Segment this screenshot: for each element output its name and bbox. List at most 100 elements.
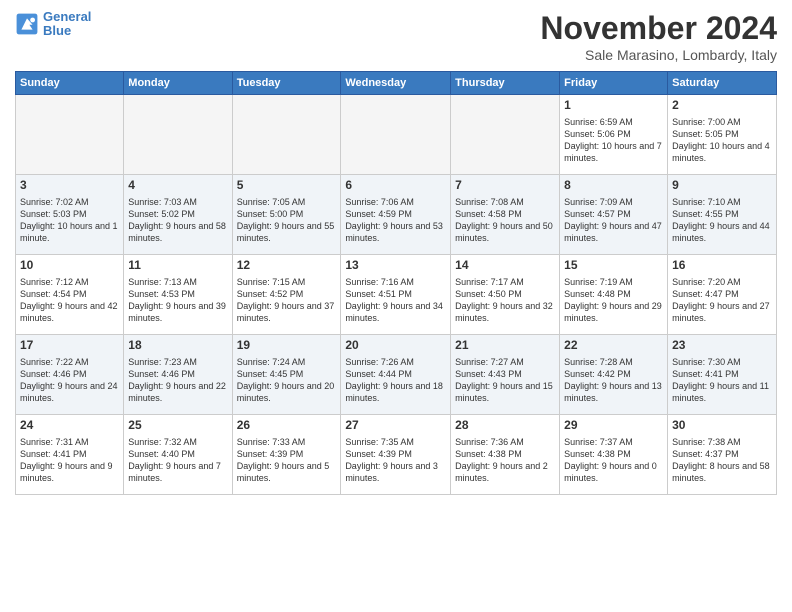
day-number: 8 xyxy=(564,178,663,194)
day-number: 3 xyxy=(20,178,119,194)
day-number: 5 xyxy=(237,178,337,194)
calendar-cell: 14Sunrise: 7:17 AM Sunset: 4:50 PM Dayli… xyxy=(451,255,560,335)
calendar-cell: 5Sunrise: 7:05 AM Sunset: 5:00 PM Daylig… xyxy=(232,175,341,255)
calendar-cell: 21Sunrise: 7:27 AM Sunset: 4:43 PM Dayli… xyxy=(451,335,560,415)
day-number: 15 xyxy=(564,258,663,274)
day-number: 19 xyxy=(237,338,337,354)
day-info: Sunrise: 6:59 AM Sunset: 5:06 PM Dayligh… xyxy=(564,116,663,165)
logo-icon xyxy=(15,12,39,36)
calendar-cell xyxy=(232,95,341,175)
day-number: 28 xyxy=(455,418,555,434)
month-title: November 2024 xyxy=(540,10,777,47)
day-number: 23 xyxy=(672,338,772,354)
day-info: Sunrise: 7:19 AM Sunset: 4:48 PM Dayligh… xyxy=(564,276,663,325)
day-info: Sunrise: 7:08 AM Sunset: 4:58 PM Dayligh… xyxy=(455,196,555,245)
day-number: 26 xyxy=(237,418,337,434)
calendar-cell xyxy=(451,95,560,175)
day-number: 4 xyxy=(128,178,227,194)
day-number: 2 xyxy=(672,98,772,114)
day-number: 6 xyxy=(345,178,446,194)
calendar-cell: 3 Sunrise: 7:02 AM Sunset: 5:03 PM Daylig… xyxy=(16,175,124,255)
day-number: 20 xyxy=(345,338,446,354)
calendar-cell: 27 Sunrise: 7:35 AM Sunset: 4:39 PM Dayli… xyxy=(341,415,451,495)
day-number: 14 xyxy=(455,258,555,274)
calendar-table: Sunday Monday Tuesday Wednesday Thursday… xyxy=(15,71,777,495)
day-info: Sunrise: 7:16 AM Sunset: 4:51 PM Dayligh… xyxy=(345,276,446,325)
calendar-cell: 26 Sunrise: 7:33 AM Sunset: 4:39 PM Dayli… xyxy=(232,415,341,495)
calendar-cell: 1 Sunrise: 6:59 AM Sunset: 5:06 PM Daylig… xyxy=(560,95,668,175)
logo: General Blue xyxy=(15,10,91,39)
day-number: 13 xyxy=(345,258,446,274)
day-info: Sunrise: 7:00 AM Sunset: 5:05 PM Dayligh… xyxy=(672,116,772,165)
calendar-cell: 15 Sunrise: 7:19 AM Sunset: 4:48 PM Dayli… xyxy=(560,255,668,335)
header-thursday: Thursday xyxy=(451,72,560,95)
day-info: Sunrise: 7:35 AM Sunset: 4:39 PM Dayligh… xyxy=(345,436,446,485)
logo-text: General Blue xyxy=(43,10,91,39)
day-info: Sunrise: 7:02 AM Sunset: 5:03 PM Dayligh… xyxy=(20,196,119,245)
header-tuesday: Tuesday xyxy=(232,72,341,95)
calendar-cell: 17Sunrise: 7:22 AM Sunset: 4:46 PM Dayli… xyxy=(16,335,124,415)
calendar-week-4: 24Sunrise: 7:31 AM Sunset: 4:41 PM Dayli… xyxy=(16,415,777,495)
calendar-cell xyxy=(16,95,124,175)
calendar-week-2: 10 Sunrise: 7:12 AM Sunset: 4:54 PM Dayli… xyxy=(16,255,777,335)
calendar-cell: 8 Sunrise: 7:09 AM Sunset: 4:57 PM Daylig… xyxy=(560,175,668,255)
calendar-cell: 28 Sunrise: 7:36 AM Sunset: 4:38 PM Dayli… xyxy=(451,415,560,495)
calendar-header-row: Sunday Monday Tuesday Wednesday Thursday… xyxy=(16,72,777,95)
day-number: 18 xyxy=(128,338,227,354)
calendar-cell xyxy=(124,95,232,175)
day-number: 21 xyxy=(455,338,555,354)
day-info: Sunrise: 7:24 AM Sunset: 4:45 PM Dayligh… xyxy=(237,356,337,405)
day-info: Sunrise: 7:03 AM Sunset: 5:02 PM Dayligh… xyxy=(128,196,227,245)
location: Sale Marasino, Lombardy, Italy xyxy=(540,47,777,63)
day-info: Sunrise: 7:26 AM Sunset: 4:44 PM Dayligh… xyxy=(345,356,446,405)
header-monday: Monday xyxy=(124,72,232,95)
calendar-cell: 11 Sunrise: 7:13 AM Sunset: 4:53 PM Dayli… xyxy=(124,255,232,335)
calendar-week-1: 3 Sunrise: 7:02 AM Sunset: 5:03 PM Daylig… xyxy=(16,175,777,255)
day-number: 1 xyxy=(564,98,663,114)
page: General Blue November 2024 Sale Marasino… xyxy=(0,0,792,612)
header: General Blue November 2024 Sale Marasino… xyxy=(15,10,777,63)
day-number: 12 xyxy=(237,258,337,274)
header-saturday: Saturday xyxy=(668,72,777,95)
day-info: Sunrise: 7:32 AM Sunset: 4:40 PM Dayligh… xyxy=(128,436,227,485)
calendar-cell: 4 Sunrise: 7:03 AM Sunset: 5:02 PM Daylig… xyxy=(124,175,232,255)
calendar-cell: 24Sunrise: 7:31 AM Sunset: 4:41 PM Dayli… xyxy=(16,415,124,495)
day-number: 9 xyxy=(672,178,772,194)
day-info: Sunrise: 7:22 AM Sunset: 4:46 PM Dayligh… xyxy=(20,356,119,405)
day-number: 27 xyxy=(345,418,446,434)
calendar-cell: 16 Sunrise: 7:20 AM Sunset: 4:47 PM Dayli… xyxy=(668,255,777,335)
day-info: Sunrise: 7:13 AM Sunset: 4:53 PM Dayligh… xyxy=(128,276,227,325)
day-number: 22 xyxy=(564,338,663,354)
calendar-cell: 18Sunrise: 7:23 AM Sunset: 4:46 PM Dayli… xyxy=(124,335,232,415)
calendar-cell: 12 Sunrise: 7:15 AM Sunset: 4:52 PM Dayli… xyxy=(232,255,341,335)
day-info: Sunrise: 7:33 AM Sunset: 4:39 PM Dayligh… xyxy=(237,436,337,485)
calendar-cell: 19 Sunrise: 7:24 AM Sunset: 4:45 PM Dayli… xyxy=(232,335,341,415)
calendar-cell: 22 Sunrise: 7:28 AM Sunset: 4:42 PM Dayli… xyxy=(560,335,668,415)
header-wednesday: Wednesday xyxy=(341,72,451,95)
calendar-cell: 25 Sunrise: 7:32 AM Sunset: 4:40 PM Dayli… xyxy=(124,415,232,495)
calendar-cell: 2 Sunrise: 7:00 AM Sunset: 5:05 PM Daylig… xyxy=(668,95,777,175)
day-number: 10 xyxy=(20,258,119,274)
calendar-cell xyxy=(341,95,451,175)
day-info: Sunrise: 7:38 AM Sunset: 4:37 PM Dayligh… xyxy=(672,436,772,485)
day-number: 29 xyxy=(564,418,663,434)
calendar-cell: 29 Sunrise: 7:37 AM Sunset: 4:38 PM Dayli… xyxy=(560,415,668,495)
calendar-cell: 30Sunrise: 7:38 AM Sunset: 4:37 PM Dayli… xyxy=(668,415,777,495)
day-info: Sunrise: 7:15 AM Sunset: 4:52 PM Dayligh… xyxy=(237,276,337,325)
calendar-cell: 10 Sunrise: 7:12 AM Sunset: 4:54 PM Dayli… xyxy=(16,255,124,335)
day-info: Sunrise: 7:28 AM Sunset: 4:42 PM Dayligh… xyxy=(564,356,663,405)
calendar-cell: 7Sunrise: 7:08 AM Sunset: 4:58 PM Daylig… xyxy=(451,175,560,255)
day-number: 25 xyxy=(128,418,227,434)
day-info: Sunrise: 7:20 AM Sunset: 4:47 PM Dayligh… xyxy=(672,276,772,325)
day-info: Sunrise: 7:37 AM Sunset: 4:38 PM Dayligh… xyxy=(564,436,663,485)
day-info: Sunrise: 7:36 AM Sunset: 4:38 PM Dayligh… xyxy=(455,436,555,485)
header-friday: Friday xyxy=(560,72,668,95)
day-info: Sunrise: 7:09 AM Sunset: 4:57 PM Dayligh… xyxy=(564,196,663,245)
day-info: Sunrise: 7:12 AM Sunset: 4:54 PM Dayligh… xyxy=(20,276,119,325)
day-number: 11 xyxy=(128,258,227,274)
day-number: 16 xyxy=(672,258,772,274)
calendar-cell: 13 Sunrise: 7:16 AM Sunset: 4:51 PM Dayli… xyxy=(341,255,451,335)
day-info: Sunrise: 7:10 AM Sunset: 4:55 PM Dayligh… xyxy=(672,196,772,245)
day-info: Sunrise: 7:30 AM Sunset: 4:41 PM Dayligh… xyxy=(672,356,772,405)
calendar-cell: 6Sunrise: 7:06 AM Sunset: 4:59 PM Daylig… xyxy=(341,175,451,255)
